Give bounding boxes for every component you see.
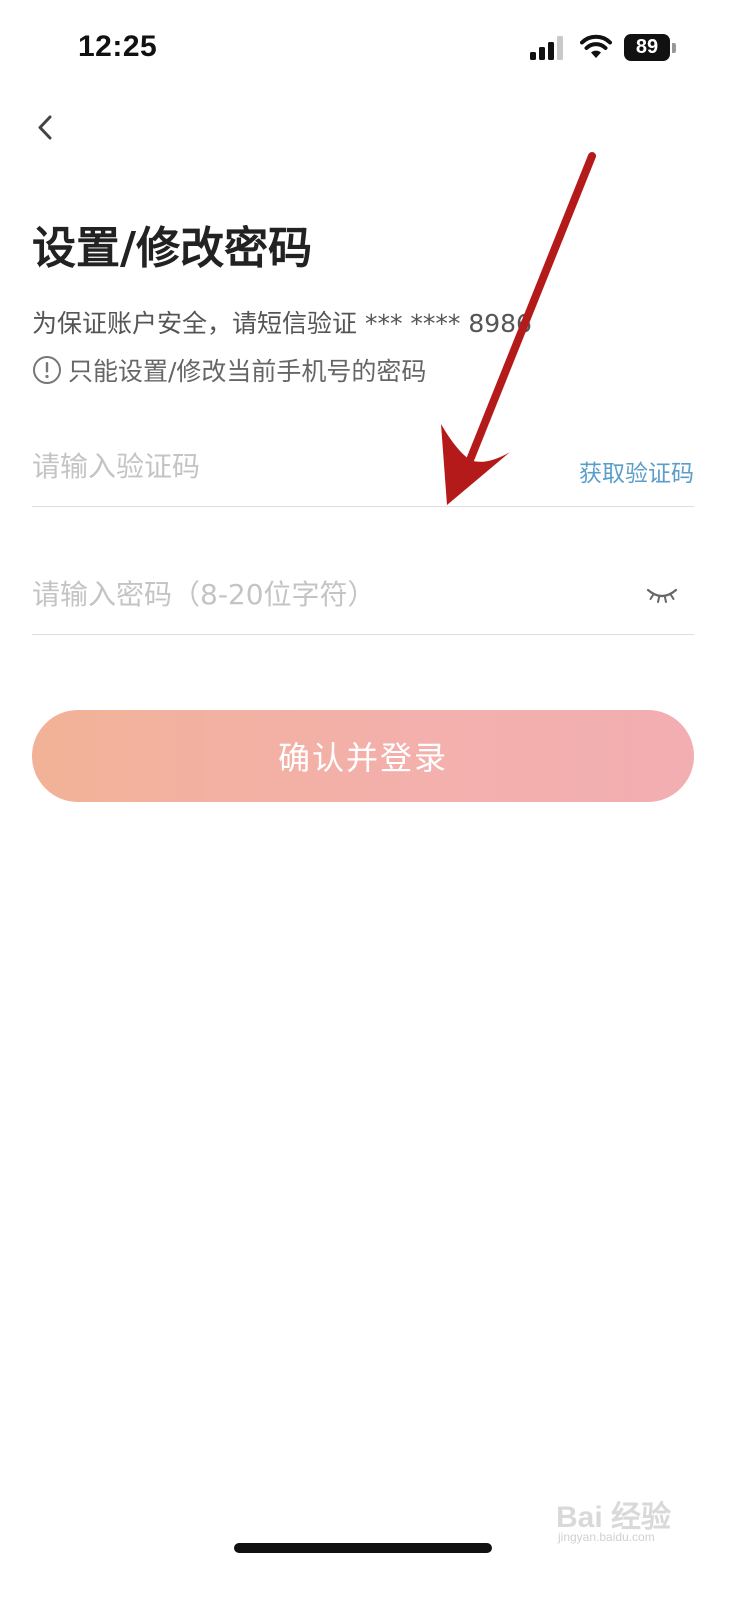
chevron-left-icon[interactable]: [26, 108, 66, 148]
baidu-watermark: Bai 经验 jingyan.baidu.com: [550, 1490, 700, 1544]
page-title: 设置/修改密码: [32, 223, 313, 274]
battery-icon: 89: [624, 34, 676, 61]
get-code-link[interactable]: 获取验证码: [579, 454, 694, 488]
home-indicator: [234, 1543, 492, 1553]
status-bar: 12:25 89: [0, 0, 739, 96]
verification-code-input[interactable]: [32, 444, 552, 488]
confirm-login-button[interactable]: 确认并登录: [32, 710, 694, 802]
phone-notice: 只能设置/修改当前手机号的密码: [32, 354, 426, 386]
verification-code-field: 获取验证码: [32, 426, 694, 507]
eye-closed-icon[interactable]: [646, 584, 678, 606]
status-time: 12:25: [78, 30, 158, 63]
battery-level: 89: [624, 34, 670, 61]
watermark-subtext: jingyan.baidu.com: [558, 1530, 655, 1544]
password-input[interactable]: [32, 572, 552, 616]
cellular-signal-icon: [530, 36, 563, 60]
notice-text: 只能设置/修改当前手机号的密码: [68, 357, 427, 386]
password-field: [32, 554, 694, 635]
exclamation-circle-icon: [33, 356, 61, 384]
verification-subtitle: 为保证账户安全，请短信验证 *** **** 8986: [32, 309, 532, 338]
wifi-icon: [580, 34, 612, 58]
battery-tip: [672, 43, 676, 53]
